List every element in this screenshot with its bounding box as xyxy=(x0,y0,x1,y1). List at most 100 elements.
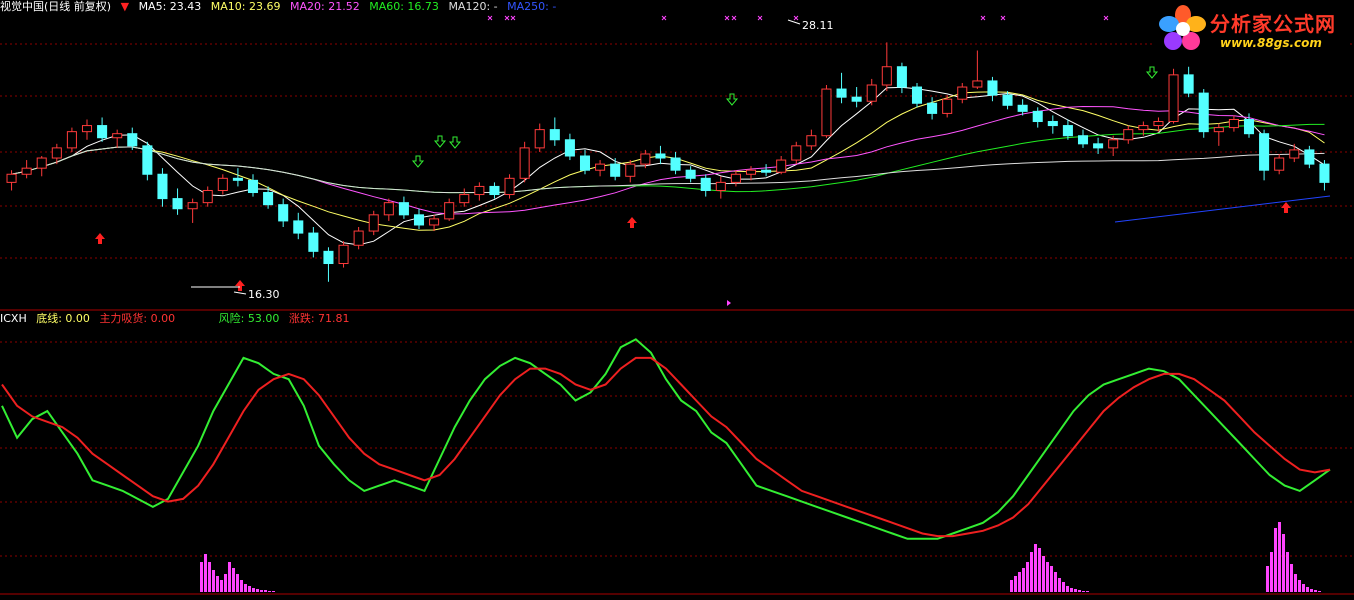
candle-body xyxy=(972,80,983,88)
accumulation-bar xyxy=(1030,552,1033,592)
accumulation-bar xyxy=(1070,588,1073,592)
candle-body xyxy=(338,244,349,265)
accumulation-bar xyxy=(200,562,203,592)
candle-body xyxy=(444,202,455,220)
accumulation-bar xyxy=(248,586,251,592)
candle-body xyxy=(942,98,953,114)
candle-body xyxy=(685,169,696,179)
candle-body xyxy=(142,145,153,175)
accumulation-bar xyxy=(1274,528,1277,592)
ma120-label: MA120: - xyxy=(448,0,498,13)
stock-chart[interactable] xyxy=(0,0,1354,600)
sell-arrow-icon xyxy=(448,136,462,149)
candle-body xyxy=(1032,110,1043,123)
candle-body xyxy=(851,96,862,102)
candle-body xyxy=(534,129,545,149)
accumulation-bar xyxy=(1286,552,1289,592)
candle-body xyxy=(519,147,530,179)
accumulation-bar xyxy=(1266,566,1269,592)
candle-body xyxy=(791,145,802,161)
candle-body xyxy=(655,153,666,159)
candle-body xyxy=(353,230,364,246)
buy-arrow-icon xyxy=(627,217,637,228)
candle-body xyxy=(6,173,17,183)
indicator-name: ICXH xyxy=(0,312,27,325)
site-logo: 分析家公式网 www.88gs.com xyxy=(1154,0,1350,58)
candle-body xyxy=(610,163,621,177)
candle-body xyxy=(821,88,832,137)
sell-arrow-icon xyxy=(411,155,425,168)
accumulation-bar xyxy=(1026,562,1029,592)
ma5-label: MA5: 23.43 xyxy=(138,0,202,13)
candle-body xyxy=(745,169,757,175)
candle-body xyxy=(97,125,108,139)
flower-logo-icon xyxy=(1159,5,1206,50)
candle-body xyxy=(474,185,485,196)
candle-body xyxy=(232,177,243,181)
candle-body xyxy=(172,198,183,210)
accumulation-bar xyxy=(1078,590,1081,592)
candle-body xyxy=(51,147,62,159)
accumulation-bar xyxy=(1278,522,1281,592)
candle-body xyxy=(459,194,470,204)
indicator-legend: ICXH 底线: 0.00 主力吸货: 0.00 风险: 53.00 涨跌: 7… xyxy=(0,312,356,326)
high-pointer xyxy=(787,19,801,25)
accumulation-bar xyxy=(1042,556,1045,592)
high-price-label: 28.11 xyxy=(802,19,834,32)
candle-body xyxy=(1259,133,1270,171)
top-cross-marker xyxy=(731,15,737,21)
candle-body xyxy=(36,157,47,169)
panel-marker-icon xyxy=(727,300,731,306)
ma-arrow-icon: ▼ xyxy=(120,0,130,13)
accumulation-bar xyxy=(1062,582,1065,592)
candle-body xyxy=(1213,127,1224,133)
candle-body xyxy=(700,177,711,191)
accumulation-bar xyxy=(1014,576,1017,592)
candle-body xyxy=(1153,121,1164,127)
change-label: 涨跌: 71.81 xyxy=(288,312,350,325)
candle-body xyxy=(368,214,379,232)
accumulation-bar xyxy=(236,574,239,592)
ma5-line xyxy=(11,86,1325,246)
low-price-label: 16.30 xyxy=(248,288,280,301)
baseline-label: 底线: 0.00 xyxy=(36,312,90,325)
candle-body xyxy=(1183,74,1194,94)
accumulation-bar xyxy=(1046,562,1049,592)
sell-arrow-icon xyxy=(433,135,447,148)
accumulation-bar xyxy=(1082,591,1085,592)
accumulation-bar xyxy=(1034,544,1037,592)
candle-body xyxy=(1198,92,1209,133)
candle-body xyxy=(564,139,575,157)
candle-body xyxy=(806,135,817,147)
candle-body xyxy=(549,129,560,141)
candle-body xyxy=(881,66,892,86)
accumulation-bar xyxy=(264,590,267,592)
candle-body xyxy=(1077,135,1089,145)
candle-body xyxy=(21,167,32,175)
candle-body xyxy=(81,125,93,133)
ma10-label: MA10: 23.69 xyxy=(210,0,281,13)
top-cross-marker xyxy=(504,15,510,21)
candle-body xyxy=(1138,125,1149,131)
accumulation-bar xyxy=(1294,574,1297,592)
top-cross-marker xyxy=(510,15,516,21)
candle-body xyxy=(987,80,998,96)
candle-body xyxy=(66,131,77,149)
candle-body xyxy=(640,153,651,165)
accumulation-bar xyxy=(220,580,223,592)
accumulation-bar xyxy=(1066,586,1069,592)
accumulation-bar xyxy=(228,562,231,592)
candle-body xyxy=(293,220,304,234)
candle-body xyxy=(1062,125,1073,137)
accumulation-bar xyxy=(1018,572,1021,592)
indicator-panel xyxy=(1,338,1331,592)
candle-body xyxy=(670,157,681,171)
candle-body xyxy=(398,202,409,216)
candle-body xyxy=(308,232,319,252)
top-cross-marker xyxy=(980,15,986,21)
candle-body xyxy=(866,84,877,102)
candle-body xyxy=(217,177,228,191)
accumulation-bar xyxy=(1074,589,1077,592)
accumulation-bar xyxy=(1298,580,1301,592)
accumulation-bar xyxy=(244,584,247,592)
